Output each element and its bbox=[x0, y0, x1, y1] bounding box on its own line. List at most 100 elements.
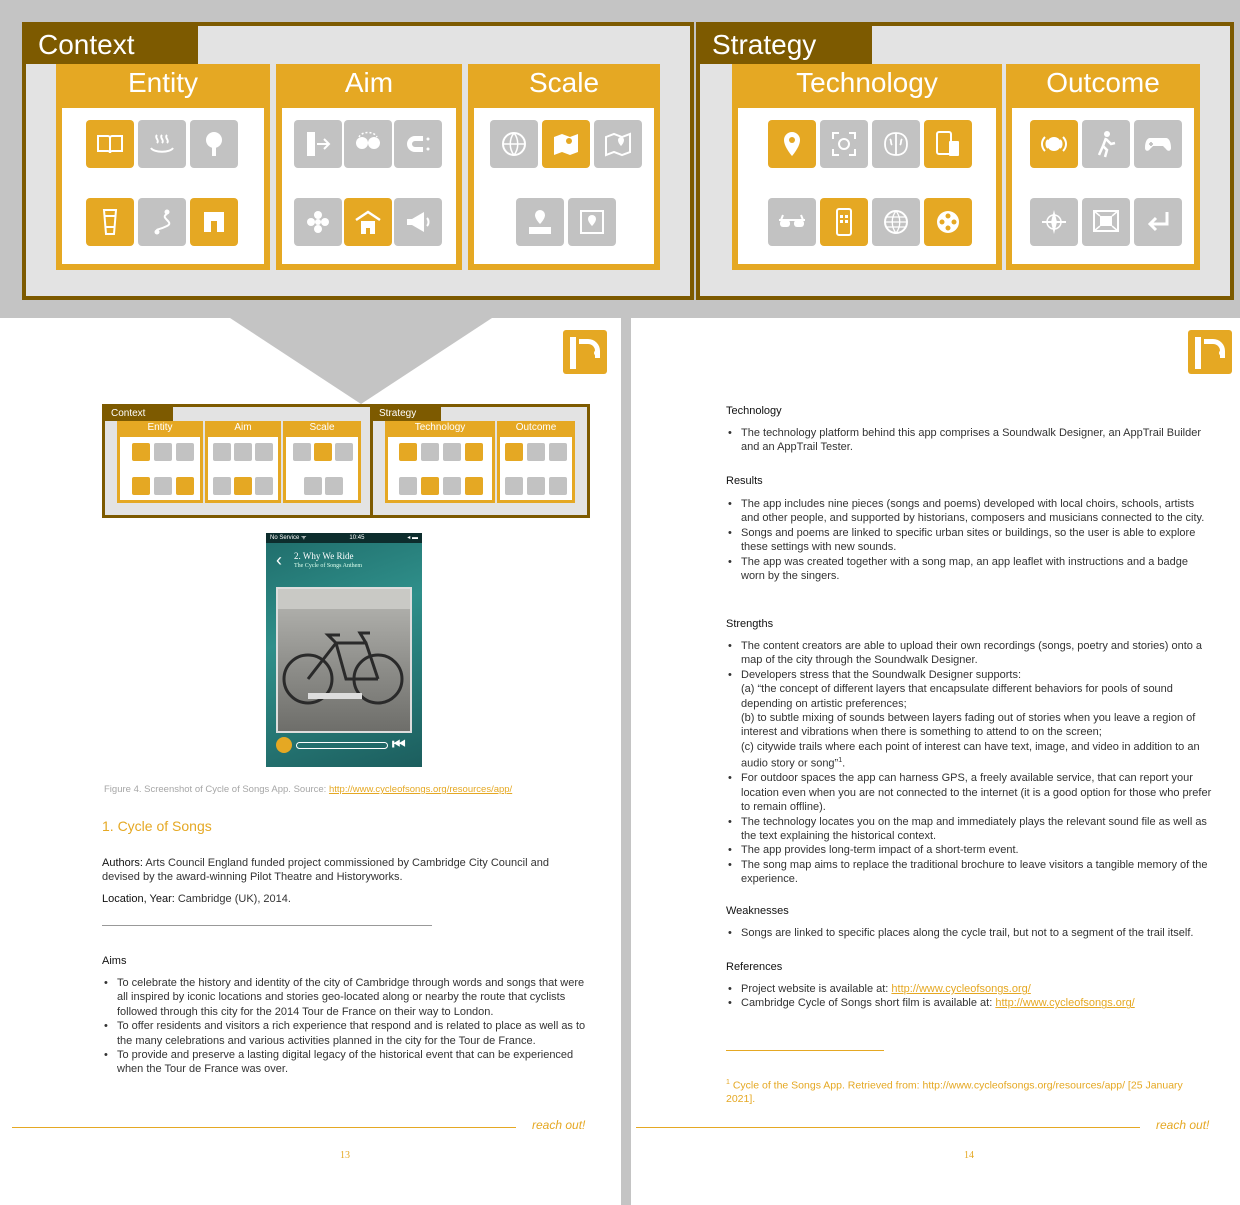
mini-magnet-icon bbox=[255, 443, 273, 461]
framework-banner: Context Entity Aim Scale Strategy Techno… bbox=[0, 0, 1240, 318]
authors-label: Authors: bbox=[102, 857, 143, 869]
back-chevron-icon[interactable]: ‹ bbox=[276, 551, 282, 569]
status-battery-icon: ◂ ▬ bbox=[407, 535, 418, 541]
figure-caption: Figure 4. Screenshot of Cycle of Songs A… bbox=[104, 784, 512, 795]
mini-hot-spring-icon bbox=[154, 443, 172, 461]
mini-projection-icon bbox=[527, 477, 545, 495]
mini-city-map-icon bbox=[314, 443, 332, 461]
entity-heading: Entity bbox=[127, 67, 199, 98]
strengths-list: The content creators are able to upload … bbox=[726, 639, 1214, 887]
left-page-number: 13 bbox=[340, 1150, 350, 1161]
mini-aim: Aim bbox=[205, 421, 281, 503]
aims-title: Aims bbox=[102, 955, 127, 967]
app-screenshot: No Service ᯤ 10:45 ◂ ▬ ‹ 2. Why We Ride … bbox=[266, 533, 422, 767]
strengths-sub-a: (a) “the concept of different layers tha… bbox=[741, 683, 1173, 710]
footnote-text: Cycle of the Songs App. Retrieved from: … bbox=[726, 1079, 1183, 1105]
weaknesses-item: Songs are linked to specific places alon… bbox=[726, 926, 1214, 941]
hot-spring-icon bbox=[138, 120, 186, 168]
mini-sound-head-icon bbox=[505, 443, 523, 461]
world-icon bbox=[490, 120, 538, 168]
mini-scale-heading: Scale bbox=[309, 422, 335, 433]
aims-item: To provide and preserve a lasting digita… bbox=[102, 1048, 590, 1077]
footnote-rule bbox=[726, 1050, 884, 1051]
location-label: Location, Year: bbox=[102, 893, 175, 905]
drum-icon bbox=[86, 198, 134, 246]
projection-icon bbox=[1082, 198, 1130, 246]
footnote-reference: 1 bbox=[838, 757, 843, 765]
mini-entity-heading: Entity bbox=[147, 422, 173, 433]
framed-location-icon bbox=[568, 198, 616, 246]
location-marker-icon bbox=[516, 198, 564, 246]
results-item: The app was created together with a song… bbox=[726, 555, 1210, 584]
left-footer-line bbox=[12, 1127, 516, 1128]
aim-heading: Aim bbox=[344, 67, 394, 98]
progress-bar[interactable] bbox=[296, 742, 388, 749]
compass-icon bbox=[1030, 198, 1078, 246]
mini-framework-diagram: Context Entity Aim Scale Strategy Techno… bbox=[102, 404, 590, 518]
strengths-item: The content creators are able to upload … bbox=[726, 639, 1214, 668]
caption-text: Figure 4. Screenshot of Cycle of Songs A… bbox=[104, 784, 329, 795]
technology-heading: Technology bbox=[796, 67, 938, 98]
strengths-item: For outdoor spaces the app can harness G… bbox=[726, 771, 1214, 814]
mini-drum-icon bbox=[132, 477, 150, 495]
mini-tree-icon bbox=[176, 443, 194, 461]
strengths-sub-b: (b) to subtle mixing of sounds between l… bbox=[741, 712, 1196, 739]
mini-return-arrow-icon bbox=[549, 477, 567, 495]
mini-technology-body bbox=[388, 437, 492, 500]
tree-icon bbox=[190, 120, 238, 168]
zoom-callout bbox=[230, 318, 492, 404]
caption-link[interactable]: http://www.cycleofsongs.org/resources/ap… bbox=[329, 784, 512, 795]
audio-player: ⏮ bbox=[276, 737, 412, 755]
references-title: References bbox=[726, 961, 783, 973]
strategy-title: Strategy bbox=[700, 26, 872, 64]
mini-strategy-panel: Strategy Technology Outcome bbox=[373, 407, 587, 515]
outcome-icons bbox=[1012, 108, 1194, 264]
mobile-app-icon bbox=[820, 198, 868, 246]
mini-megaphone-icon bbox=[255, 477, 273, 495]
outcome-heading: Outcome bbox=[1046, 67, 1160, 98]
section-rule bbox=[102, 925, 432, 926]
flower-icon bbox=[294, 198, 342, 246]
globe-icon bbox=[872, 198, 920, 246]
strengths-item: Developers stress that the Soundwalk Des… bbox=[726, 668, 1214, 772]
mini-globe-icon bbox=[443, 477, 461, 495]
weaknesses-title: Weaknesses bbox=[726, 905, 789, 917]
mini-shelter-icon bbox=[234, 477, 252, 495]
mini-path-icon bbox=[154, 477, 172, 495]
building-icon bbox=[190, 198, 238, 246]
footnote: 1 Cycle of the Songs App. Retrieved from… bbox=[726, 1076, 1206, 1106]
mini-strategy-title: Strategy bbox=[373, 407, 441, 421]
mini-devices-icon bbox=[465, 443, 483, 461]
devices-icon bbox=[924, 120, 972, 168]
technology-list: The technology platform behind this app … bbox=[726, 426, 1210, 455]
results-item: The app includes nine pieces (songs and … bbox=[726, 497, 1210, 526]
mini-context-title: Context bbox=[105, 407, 173, 421]
return-arrow-icon bbox=[1134, 198, 1182, 246]
left-reach-out: reach out! bbox=[532, 1118, 586, 1132]
authors-text: Arts Council England funded project comm… bbox=[102, 857, 549, 883]
aim-category: Aim bbox=[276, 64, 462, 270]
project-website-link[interactable]: http://www.cycleofsongs.org/ bbox=[891, 983, 1030, 995]
shelter-icon bbox=[344, 198, 392, 246]
mini-world-icon bbox=[293, 443, 311, 461]
case-heading: 1. Cycle of Songs bbox=[102, 818, 212, 834]
mini-entity-body bbox=[120, 437, 200, 500]
page-divider bbox=[621, 318, 631, 1205]
results-item: Songs and poems are linked to specific u… bbox=[726, 526, 1210, 555]
entity-category: Entity bbox=[56, 64, 270, 270]
technology-item: The technology platform behind this app … bbox=[726, 426, 1210, 455]
mini-vr-glasses-icon bbox=[399, 477, 417, 495]
technology-category: Technology bbox=[732, 64, 1002, 270]
film-reel-icon bbox=[924, 198, 972, 246]
mini-scale-body bbox=[286, 437, 358, 500]
short-film-link[interactable]: http://www.cycleofsongs.org/ bbox=[995, 997, 1134, 1009]
brain-icon bbox=[872, 120, 920, 168]
book-icon bbox=[86, 120, 134, 168]
rewind-icon[interactable]: ⏮ bbox=[392, 737, 406, 753]
reference-text: Cambridge Cycle of Songs short film is a… bbox=[741, 997, 996, 1010]
pause-button[interactable] bbox=[276, 737, 292, 753]
context-panel: Context Entity Aim Scale bbox=[22, 22, 694, 300]
aims-item: To offer residents and visitors a rich e… bbox=[102, 1019, 590, 1048]
people-talking-icon bbox=[344, 120, 392, 168]
right-reach-out: reach out! bbox=[1156, 1118, 1210, 1132]
